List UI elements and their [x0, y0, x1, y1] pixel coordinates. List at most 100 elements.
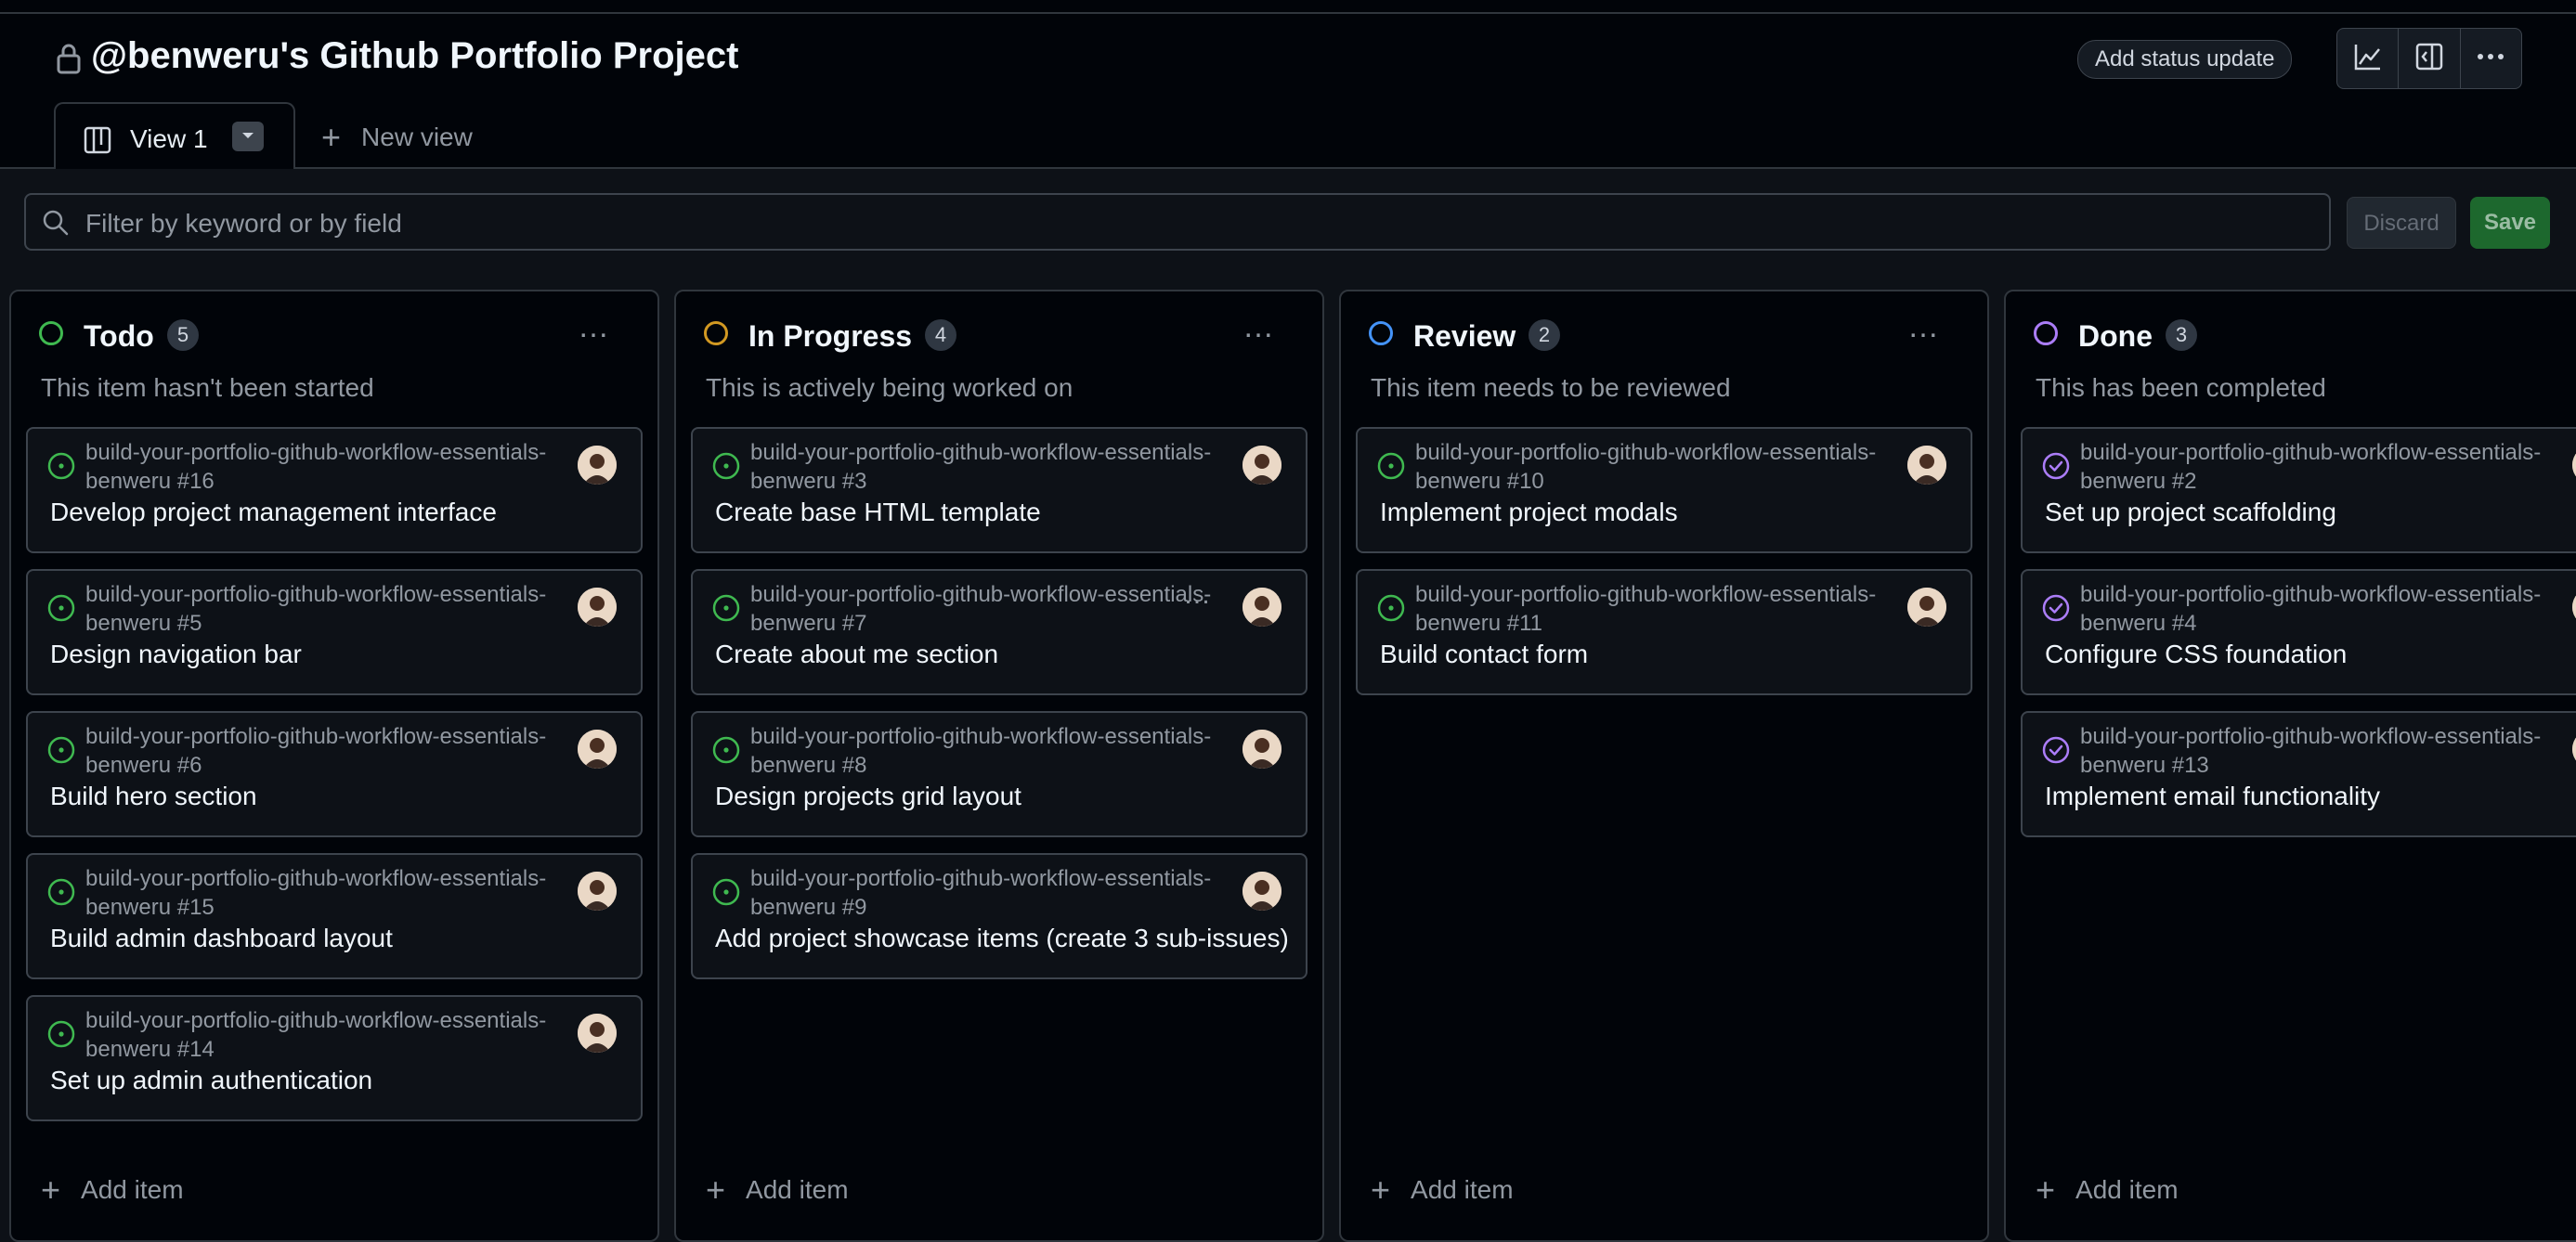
project-title: @benweru's Github Portfolio Project: [91, 35, 739, 76]
issue-title[interactable]: Create about me section: [715, 640, 998, 669]
assignee-avatar[interactable]: [578, 588, 617, 627]
board-column-in-progress: In Progress 4 … This is actively being work…: [674, 290, 1324, 1242]
issue-title[interactable]: Set up project scaffolding: [2045, 498, 2336, 527]
assignee-avatar[interactable]: [578, 872, 617, 911]
issue-card[interactable]: build-your-portfolio-github-workflow-ess…: [26, 995, 643, 1121]
issue-title[interactable]: Develop project management interface: [50, 498, 497, 527]
issue-title[interactable]: Implement email functionality: [2045, 782, 2380, 811]
assignee-avatar[interactable]: [2572, 730, 2576, 769]
card-menu-icon[interactable]: …: [1183, 581, 1213, 609]
issue-opened-icon: [1376, 451, 1406, 481]
issue-closed-icon: [2041, 593, 2071, 623]
assignee-avatar[interactable]: [578, 446, 617, 485]
discard-button[interactable]: Discard: [2347, 197, 2456, 249]
issue-repo-reference[interactable]: build-your-portfolio-github-workflow-ess…: [1415, 438, 1898, 496]
project-more-button[interactable]: [2459, 29, 2521, 88]
issue-card[interactable]: build-your-portfolio-github-workflow-ess…: [26, 569, 643, 695]
issue-repo-reference[interactable]: build-your-portfolio-github-workflow-ess…: [2080, 580, 2563, 638]
plus-icon: +: [1371, 1171, 1391, 1209]
issue-closed-icon: [2041, 451, 2071, 481]
plus-icon: +: [321, 118, 342, 156]
column-menu-icon[interactable]: …: [2572, 311, 2576, 343]
issue-repo-reference[interactable]: build-your-portfolio-github-workflow-ess…: [750, 722, 1233, 780]
issue-opened-icon: [46, 877, 76, 907]
new-view-button[interactable]: + New view: [321, 119, 473, 156]
assignee-avatar[interactable]: [1242, 730, 1281, 769]
board-column-review: Review 2 … This item needs to be reviewed bu…: [1339, 290, 1989, 1242]
column-menu-icon[interactable]: …: [1242, 311, 1276, 343]
add-item-label: Add item: [81, 1175, 184, 1204]
column-menu-icon[interactable]: …: [1907, 311, 1941, 343]
issue-repo-reference[interactable]: build-your-portfolio-github-workflow-ess…: [1415, 580, 1898, 638]
filter-input[interactable]: Filter by keyword or by field: [24, 193, 2331, 251]
issue-repo-reference[interactable]: build-your-portfolio-github-workflow-ess…: [2080, 722, 2563, 780]
save-button[interactable]: Save: [2470, 197, 2550, 249]
issue-card[interactable]: build-your-portfolio-github-workflow-ess…: [2021, 569, 2576, 695]
assignee-avatar[interactable]: [1242, 872, 1281, 911]
add-item-button[interactable]: + Add item: [1371, 1173, 1514, 1207]
column-count-badge: 2: [1529, 319, 1560, 351]
issue-repo-reference[interactable]: build-your-portfolio-github-workflow-ess…: [85, 1006, 568, 1064]
issue-title[interactable]: Set up admin authentication: [50, 1066, 372, 1095]
column-description: This is actively being worked on: [706, 373, 1073, 402]
issue-repo-reference[interactable]: build-your-portfolio-github-workflow-ess…: [85, 580, 568, 638]
add-item-button[interactable]: + Add item: [2036, 1173, 2179, 1207]
issue-card[interactable]: build-your-portfolio-github-workflow-ess…: [2021, 427, 2576, 553]
plus-icon: +: [2036, 1171, 2056, 1209]
assignee-avatar[interactable]: [578, 1014, 617, 1053]
issue-opened-icon: [46, 1019, 76, 1049]
issue-repo-reference[interactable]: build-your-portfolio-github-workflow-ess…: [85, 438, 568, 496]
issue-repo-reference[interactable]: build-your-portfolio-github-workflow-ess…: [750, 438, 1233, 496]
issue-repo-reference[interactable]: build-your-portfolio-github-workflow-ess…: [85, 722, 568, 780]
triangle-down-icon: [241, 128, 255, 145]
assignee-avatar[interactable]: [1907, 588, 1946, 627]
tab-view-1-label: View 1: [130, 124, 208, 153]
issue-opened-icon: [711, 451, 741, 481]
column-menu-icon[interactable]: …: [578, 311, 611, 343]
add-item-button[interactable]: + Add item: [41, 1173, 184, 1207]
issue-title[interactable]: Build contact form: [1380, 640, 1588, 669]
issue-title[interactable]: Build hero section: [50, 782, 257, 811]
issue-card[interactable]: build-your-portfolio-github-workflow-ess…: [26, 853, 643, 979]
project-board-icon: [84, 126, 111, 154]
issue-card[interactable]: build-your-portfolio-github-workflow-ess…: [691, 711, 1308, 837]
assignee-avatar[interactable]: [2572, 446, 2576, 485]
issue-opened-icon: [46, 593, 76, 623]
issue-title[interactable]: Create base HTML template: [715, 498, 1041, 527]
issue-title[interactable]: Build admin dashboard layout: [50, 924, 393, 953]
toggle-sidepanel-button[interactable]: [2398, 29, 2459, 88]
insights-button[interactable]: [2337, 29, 2398, 88]
board-column-todo: Todo 5 … This item hasn't been started build…: [9, 290, 659, 1242]
assignee-avatar[interactable]: [2572, 588, 2576, 627]
issue-repo-reference[interactable]: build-your-portfolio-github-workflow-ess…: [750, 580, 1233, 638]
issue-card[interactable]: build-your-portfolio-github-workflow-ess…: [1356, 427, 1972, 553]
issue-title[interactable]: Implement project modals: [1380, 498, 1678, 527]
issue-opened-icon: [711, 593, 741, 623]
issue-card[interactable]: build-your-portfolio-github-workflow-ess…: [26, 711, 643, 837]
view-options-button[interactable]: [232, 122, 264, 151]
issue-repo-reference[interactable]: build-your-portfolio-github-workflow-ess…: [750, 864, 1233, 922]
issue-repo-reference[interactable]: build-your-portfolio-github-workflow-ess…: [85, 864, 568, 922]
issue-card[interactable]: build-your-portfolio-github-workflow-ess…: [2021, 711, 2576, 837]
issue-card[interactable]: build-your-portfolio-github-workflow-ess…: [26, 427, 643, 553]
search-icon: [41, 208, 71, 238]
assignee-avatar[interactable]: [1242, 446, 1281, 485]
issue-card[interactable]: build-your-portfolio-github-workflow-ess…: [691, 853, 1308, 979]
issue-card[interactable]: build-your-portfolio-github-workflow-ess…: [1356, 569, 1972, 695]
issue-opened-icon: [1376, 593, 1406, 623]
add-status-update-button[interactable]: Add status update: [2077, 40, 2293, 79]
issue-title[interactable]: Design projects grid layout: [715, 782, 1021, 811]
issue-card[interactable]: build-your-portfolio-github-workflow-ess…: [691, 427, 1308, 553]
assignee-avatar[interactable]: [1242, 588, 1281, 627]
add-item-button[interactable]: + Add item: [706, 1173, 849, 1207]
issue-title[interactable]: Add project showcase items (create 3 sub…: [715, 924, 1289, 953]
issue-title[interactable]: Configure CSS foundation: [2045, 640, 2347, 669]
issue-repo-reference[interactable]: build-your-portfolio-github-workflow-ess…: [2080, 438, 2563, 496]
project-toolbar: [2336, 28, 2522, 89]
issue-title[interactable]: Design navigation bar: [50, 640, 302, 669]
assignee-avatar[interactable]: [1907, 446, 1946, 485]
issue-opened-icon: [711, 877, 741, 907]
issue-card[interactable]: build-your-portfolio-github-workflow-ess…: [691, 569, 1308, 695]
assignee-avatar[interactable]: [578, 730, 617, 769]
tab-view-1[interactable]: View 1: [54, 102, 295, 169]
